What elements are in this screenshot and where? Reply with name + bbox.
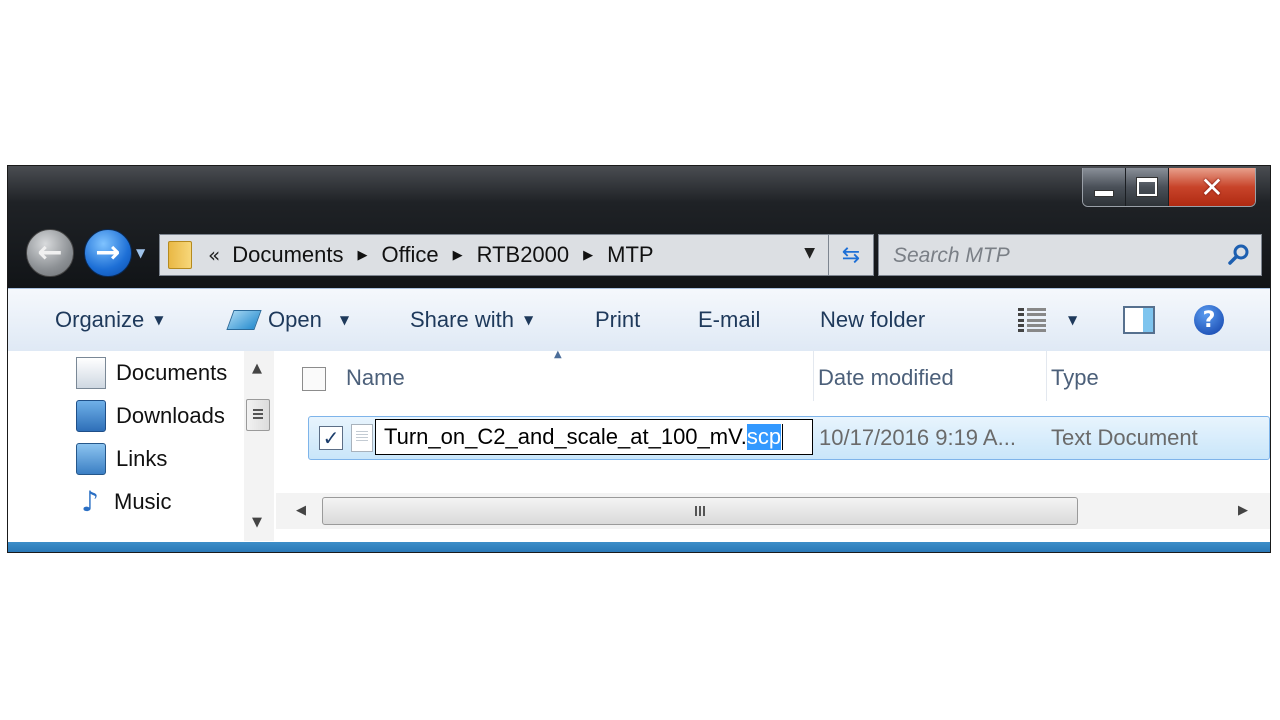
explorer-window: ✕ ← → ▼ « Documents ▶ Office ▶ RTB2000 ▶… [8, 166, 1270, 552]
open-icon [226, 310, 262, 330]
preview-pane-button[interactable] [1123, 289, 1155, 351]
new-folder-label: New folder [820, 307, 926, 332]
organize-label: Organize [55, 307, 145, 332]
open-button[interactable]: Open ▼ [226, 289, 349, 351]
dropdown-arrow-icon: ▼ [154, 313, 164, 327]
share-with-menu[interactable]: Share with ▼ [410, 289, 533, 351]
rename-input[interactable]: Turn_on_C2_and_scale_at_100_mV. scp [375, 419, 813, 455]
text-caret [782, 424, 784, 450]
breadcrumb-separator-icon[interactable]: ▶ [583, 248, 593, 263]
column-header-type[interactable]: Type [1051, 365, 1099, 391]
email-label: E-mail [698, 307, 761, 332]
scroll-right-arrow-icon[interactable]: ▶ [1238, 503, 1248, 518]
file-type: Text Document [1051, 425, 1198, 450]
refresh-button[interactable]: ⇆ [828, 235, 873, 275]
breadcrumb-office[interactable]: Office [382, 242, 439, 268]
forward-arrow-icon: → [95, 235, 121, 270]
file-date-modified: 10/17/2016 9:19 A... [819, 425, 1016, 450]
forward-button[interactable]: → [84, 229, 132, 277]
search-icon[interactable] [1227, 243, 1251, 267]
breadcrumb-documents[interactable]: Documents [232, 242, 343, 268]
documents-icon [76, 357, 106, 389]
column-divider[interactable] [1046, 351, 1047, 401]
navigation-scrollbar[interactable]: ▲ ▼ [244, 351, 274, 541]
dropdown-arrow-icon[interactable]: ▼ [1068, 313, 1077, 327]
sidebar-item-links[interactable]: Links [76, 439, 167, 479]
sidebar-item-label: Links [116, 446, 168, 471]
sidebar-item-documents[interactable]: Documents [76, 353, 227, 393]
search-box [878, 234, 1262, 276]
scroll-up-arrow-icon[interactable]: ▲ [252, 361, 262, 376]
navigation-pane: Documents Downloads Links ♪ Music [8, 351, 276, 541]
sidebar-item-label: Documents [116, 360, 228, 385]
organize-menu[interactable]: Organize ▼ [55, 289, 164, 351]
maximize-icon [1137, 178, 1157, 196]
print-button[interactable]: Print [595, 289, 640, 351]
sidebar-item-label: Music [114, 489, 172, 514]
maximize-button[interactable] [1126, 168, 1169, 206]
refresh-icon: ⇆ [841, 242, 861, 268]
scroll-down-arrow-icon[interactable]: ▼ [252, 515, 262, 530]
recent-pages-dropdown-icon[interactable]: ▼ [136, 246, 145, 260]
print-label: Print [595, 307, 641, 332]
file-name-base: Turn_on_C2_and_scale_at_100_mV. [384, 424, 747, 449]
dropdown-arrow-icon: ▼ [523, 313, 534, 327]
window-bottom-border [8, 542, 1270, 552]
breadcrumb-separator-icon[interactable]: ▶ [453, 248, 463, 263]
column-header-date-modified[interactable]: Date modified [818, 365, 954, 391]
sidebar-item-downloads[interactable]: Downloads [76, 396, 225, 436]
folder-icon [168, 241, 192, 269]
downloads-icon [76, 400, 106, 432]
sort-ascending-icon: ▲ [554, 349, 562, 360]
new-folder-button[interactable]: New folder [820, 289, 925, 351]
column-header-name[interactable]: Name [346, 365, 405, 391]
horizontal-scrollbar[interactable]: ◀ ▶ [276, 493, 1270, 529]
address-history-dropdown-icon[interactable]: ▼ [804, 245, 815, 261]
scrollbar-thumb[interactable] [322, 497, 1078, 525]
file-row[interactable]: ✓ Turn_on_C2_and_scale_at_100_mV. scp 10/… [308, 416, 1270, 460]
close-icon: ✕ [1200, 170, 1224, 204]
caption-buttons: ✕ [1082, 168, 1256, 207]
back-arrow-icon: ← [37, 235, 63, 270]
sidebar-item-music[interactable]: ♪ Music [76, 482, 171, 522]
minimize-button[interactable] [1083, 168, 1126, 206]
sidebar-item-label: Downloads [116, 403, 225, 428]
search-input[interactable] [891, 241, 1215, 271]
grip-icon [695, 506, 707, 516]
minimize-icon [1094, 189, 1114, 197]
row-checkbox[interactable]: ✓ [319, 426, 343, 450]
file-name-extension-selected: scp [746, 424, 782, 450]
dropdown-arrow-icon[interactable]: ▼ [340, 313, 349, 327]
help-icon: ? [1194, 305, 1224, 335]
scroll-left-arrow-icon[interactable]: ◀ [296, 503, 306, 518]
email-button[interactable]: E-mail [698, 289, 760, 351]
music-icon: ♪ [81, 485, 99, 518]
help-button[interactable]: ? [1194, 289, 1224, 351]
breadcrumb-separator-icon[interactable]: ▶ [358, 248, 368, 263]
title-bar: ✕ ← → ▼ « Documents ▶ Office ▶ RTB2000 ▶… [8, 166, 1270, 288]
preview-pane-icon [1123, 306, 1155, 334]
breadcrumb-mtp[interactable]: MTP [607, 242, 653, 268]
select-all-checkbox[interactable] [302, 367, 326, 391]
column-divider[interactable] [813, 351, 814, 401]
details-view-icon [1018, 308, 1046, 332]
close-button[interactable]: ✕ [1169, 168, 1255, 206]
text-file-icon [351, 424, 373, 452]
scrollbar-thumb[interactable] [246, 399, 270, 431]
open-label: Open [268, 307, 322, 332]
change-view-button[interactable]: ▼ [1018, 289, 1077, 351]
address-overflow[interactable]: « [208, 243, 220, 267]
share-with-label: Share with [410, 307, 514, 332]
file-list: ▲ Name Date modified Type ✓ Turn_on_C2_a… [276, 349, 1270, 552]
breadcrumb-rtb2000[interactable]: RTB2000 [477, 242, 570, 268]
back-button[interactable]: ← [26, 229, 74, 277]
command-bar: Organize ▼ Open ▼ Share with ▼ Print E-m… [8, 288, 1270, 352]
address-bar[interactable]: « Documents ▶ Office ▶ RTB2000 ▶ MTP ▼ ⇆ [159, 234, 874, 276]
links-icon [76, 443, 106, 475]
